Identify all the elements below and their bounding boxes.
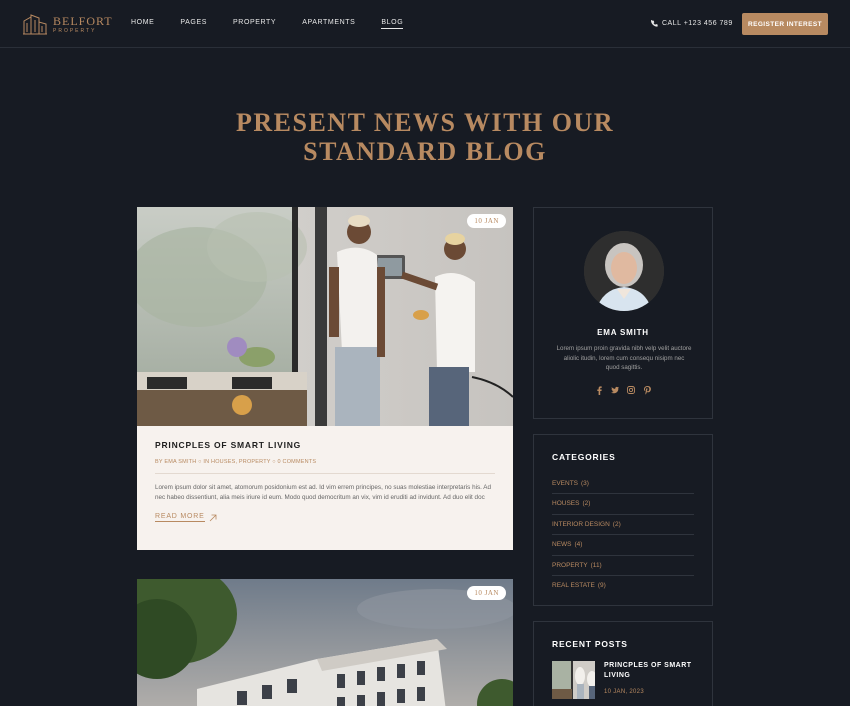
nav-apartments[interactable]: APARTMENTS xyxy=(302,19,355,29)
page-title-line-1: PRESENT NEWS WITH OUR xyxy=(235,108,615,137)
category-item[interactable]: EVENTS (3) xyxy=(552,474,694,495)
category-count: (3) xyxy=(581,480,589,487)
author-portrait xyxy=(584,231,664,311)
author-name: EMA SMITH xyxy=(597,328,649,337)
facebook-icon[interactable] xyxy=(595,385,603,395)
date-badge: 10 JAN xyxy=(467,586,506,600)
post-excerpt: Lorem ipsum dolor sit amet, atomorum pos… xyxy=(155,484,491,501)
post-meta: BY EMA SMITH ○ IN HOUSES, PROPERTY ○ 0 C… xyxy=(155,459,317,465)
page-title: PRESENT NEWS WITH OUR STANDARD BLOG xyxy=(0,108,850,166)
recent-post-thumbnail[interactable] xyxy=(552,661,595,699)
twitter-icon[interactable] xyxy=(611,385,619,395)
recent-post-item[interactable]: PRINCPLES OF SMART LIVING 10 JAN, 2023 xyxy=(552,661,694,699)
category-count: (2) xyxy=(582,500,591,508)
nav-pages[interactable]: PAGES xyxy=(180,19,207,29)
phone-number: CALL +123 456 789 xyxy=(662,20,733,27)
category-count: (4) xyxy=(574,541,583,549)
read-more-link[interactable]: READ MORE xyxy=(155,513,217,522)
arrow-up-right-icon xyxy=(209,514,216,521)
recent-post-date: 10 JAN, 2023 xyxy=(604,689,644,695)
category-count: (9) xyxy=(597,581,606,589)
date-badge: 10 JAN xyxy=(467,214,506,228)
post-photo-apartment-building xyxy=(137,579,513,706)
nav-blog[interactable]: BLOG xyxy=(381,19,404,29)
category-count: (11) xyxy=(590,561,602,569)
author-widget: EMA SMITH Lorem ipsum proin gravida nibh… xyxy=(533,207,713,419)
building-logo-icon xyxy=(23,14,47,35)
read-more-label: READ MORE xyxy=(155,513,205,522)
post-image[interactable]: 10 JAN xyxy=(137,579,513,706)
categories-widget: CATEGORIES EVENTS (3) HOUSES (2) INTERIOR … xyxy=(533,434,713,606)
category-label: INTERIOR DESIGN xyxy=(552,520,610,528)
nav-property[interactable]: PROPERTY xyxy=(233,19,276,29)
category-item[interactable]: REAL ESTATE (9) xyxy=(552,576,694,596)
social-links xyxy=(534,385,712,395)
logo-name: BELFORT xyxy=(53,13,113,28)
instagram-icon[interactable] xyxy=(627,385,635,395)
categories-title: CATEGORIES xyxy=(552,452,616,462)
categories-list: EVENTS (3) HOUSES (2) INTERIOR DESIGN (2) N… xyxy=(552,474,694,596)
post-body: PRINCPLES OF SMART LIVING BY EMA SMITH ○… xyxy=(137,426,513,550)
category-item[interactable]: HOUSES (2) xyxy=(552,494,694,515)
page-title-line-2: STANDARD BLOG xyxy=(303,137,547,166)
author-bio: Lorem ipsum proin gravida nibh velp veli… xyxy=(556,345,692,371)
category-label: PROPERTY xyxy=(552,561,588,569)
blog-post-card: 10 JAN PRINCPLES OF SMART LIVING BY EMA … xyxy=(137,207,513,550)
phone-icon xyxy=(651,20,658,27)
recent-posts-widget: RECENT POSTS PRINCPLES OF SMART LIVING 1… xyxy=(533,621,713,706)
recent-posts-title: RECENT POSTS xyxy=(552,639,628,649)
recent-post-photo xyxy=(552,661,595,699)
category-item[interactable]: NEWS (4) xyxy=(552,535,694,556)
category-label: HOUSES xyxy=(552,500,580,508)
site-header: BELFORT PROPERTY HOME PAGES PROPERTY APA… xyxy=(0,0,850,48)
post-image[interactable]: 10 JAN xyxy=(137,207,513,426)
avatar xyxy=(584,231,664,311)
category-item[interactable]: INTERIOR DESIGN (2) xyxy=(552,515,694,536)
main-nav: HOME PAGES PROPERTY APARTMENTS BLOG xyxy=(131,19,429,29)
register-interest-button[interactable]: REGISTER INTEREST xyxy=(742,13,828,35)
post-photo-couple-kitchen xyxy=(137,207,513,426)
recent-post-title[interactable]: PRINCPLES OF SMART LIVING xyxy=(604,661,694,681)
post-title[interactable]: PRINCPLES OF SMART LIVING xyxy=(155,440,495,450)
blog-post-card: 10 JAN xyxy=(137,579,513,706)
logo-subtitle: PROPERTY xyxy=(53,27,97,34)
divider xyxy=(155,473,495,474)
nav-home[interactable]: HOME xyxy=(131,19,154,29)
category-count: (2) xyxy=(612,520,621,528)
category-label: REAL ESTATE xyxy=(552,581,595,589)
phone-link[interactable]: CALL +123 456 789 xyxy=(651,20,733,27)
category-label: EVENTS xyxy=(552,480,579,487)
logo[interactable]: BELFORT PROPERTY xyxy=(22,11,113,37)
pinterest-icon[interactable] xyxy=(643,385,651,395)
category-label: NEWS xyxy=(552,541,572,549)
category-item[interactable]: PROPERTY (11) xyxy=(552,556,694,576)
